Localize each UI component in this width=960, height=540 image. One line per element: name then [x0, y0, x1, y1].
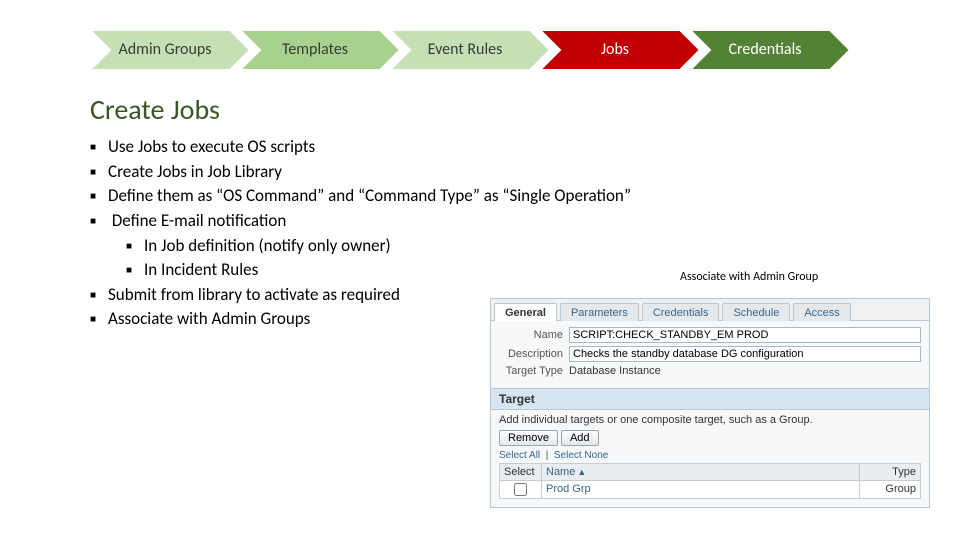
slide-title: Create Jobs — [90, 92, 920, 127]
sub-bullet: In Job definition (notify only owner) — [144, 234, 920, 259]
col-select: Select — [500, 464, 542, 480]
tab-access[interactable]: Access — [793, 303, 850, 321]
associate-caption: Associate with Admin Group — [680, 270, 818, 284]
target-type-label: Target Type — [499, 365, 569, 377]
description-input[interactable] — [569, 346, 921, 362]
chevron-label: Event Rules — [428, 40, 503, 59]
bullet: Define them as “OS Command” and “Command… — [108, 184, 920, 209]
row-select-checkbox[interactable] — [514, 483, 527, 496]
tab-schedule[interactable]: Schedule — [722, 303, 790, 321]
target-header: Target — [491, 388, 929, 410]
target-hint: Add individual targets or one composite … — [499, 414, 921, 426]
targets-grid: Select Name▲ Type Prod Grp Group — [499, 463, 921, 499]
col-name-text: Name — [546, 466, 575, 478]
sort-asc-icon: ▲ — [575, 467, 586, 477]
chevron-label: Templates — [282, 40, 348, 59]
chevron-label: Jobs — [601, 40, 629, 59]
tab-parameters[interactable]: Parameters — [560, 303, 639, 321]
add-button[interactable]: Add — [561, 430, 599, 446]
chevron-templates: Templates — [240, 30, 390, 70]
name-input[interactable] — [569, 327, 921, 343]
name-label: Name — [499, 329, 569, 341]
bullet: Create Jobs in Job Library — [108, 160, 920, 185]
chevron-admin-groups: Admin Groups — [90, 30, 240, 70]
select-all-link[interactable]: Select All — [499, 450, 540, 461]
chevron-label: Admin Groups — [119, 40, 212, 59]
chevron-label: Credentials — [729, 40, 802, 59]
col-type: Type — [860, 464, 920, 480]
tab-credentials[interactable]: Credentials — [642, 303, 720, 321]
tab-general[interactable]: General — [494, 303, 557, 321]
select-none-link[interactable]: Select None — [554, 450, 608, 461]
description-label: Description — [499, 348, 569, 360]
chevron-event-rules: Event Rules — [390, 30, 540, 70]
row-name: Prod Grp — [542, 481, 860, 498]
bullet-text: Define E-mail notification — [112, 210, 286, 231]
chevron-jobs: Jobs — [540, 30, 690, 70]
slide: Admin Groups Templates Event Rules Jobs … — [0, 0, 960, 540]
remove-button[interactable]: Remove — [499, 430, 558, 446]
table-row: Prod Grp Group — [500, 481, 920, 498]
target-type-value: Database Instance — [569, 365, 661, 377]
row-type: Group — [860, 481, 920, 498]
chevron-nav: Admin Groups Templates Event Rules Jobs … — [90, 30, 920, 70]
col-name[interactable]: Name▲ — [542, 464, 860, 480]
target-area: Add individual targets or one composite … — [491, 410, 929, 507]
general-form: Name Description Target Type Database In… — [491, 321, 929, 388]
tab-bar: General Parameters Credentials Schedule … — [491, 299, 929, 321]
chevron-credentials: Credentials — [690, 30, 840, 70]
bullet: Use Jobs to execute OS scripts — [108, 135, 920, 160]
em-job-panel: General Parameters Credentials Schedule … — [490, 298, 930, 508]
